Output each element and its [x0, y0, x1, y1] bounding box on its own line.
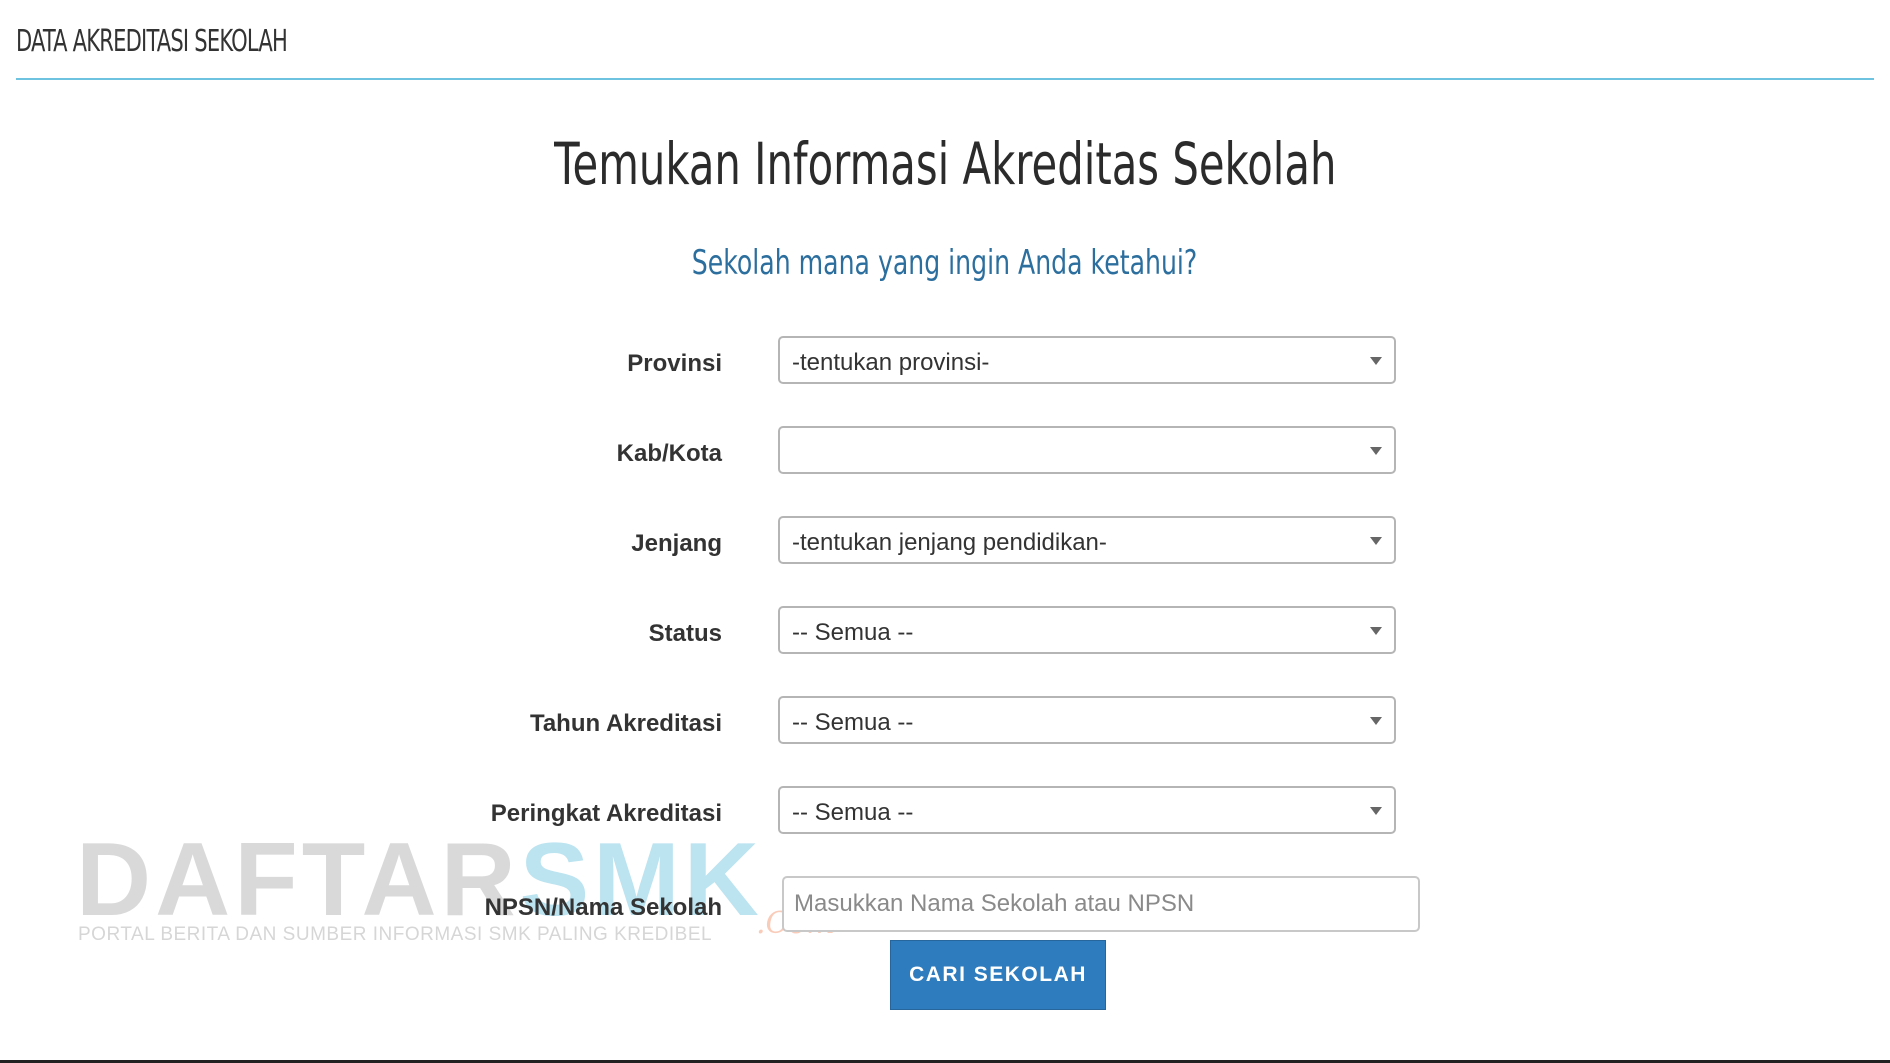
- page-subtitle: Sekolah mana yang ingin Anda ketahui?: [0, 243, 1890, 283]
- npsn-label: NPSN/Nama Sekolah: [484, 894, 722, 921]
- page-title-text: Temukan Informasi Akreditas Sekolah: [553, 130, 1337, 198]
- page-subtitle-text: Sekolah mana yang ingin Anda ketahui?: [692, 243, 1198, 283]
- provinsi-select[interactable]: -tentukan provinsi-: [778, 336, 1396, 384]
- kabkota-label: Kab/Kota: [616, 440, 722, 467]
- form-row-peringkat-akreditasi: Peringkat Akreditasi -- Semua --: [0, 786, 1890, 838]
- jenjang-label: Jenjang: [631, 530, 722, 557]
- peringkat-akreditasi-select[interactable]: -- Semua --: [778, 786, 1396, 834]
- form-row-kabkota: Kab/Kota: [0, 426, 1890, 478]
- caret-down-icon: [1370, 627, 1382, 635]
- kabkota-select[interactable]: [778, 426, 1396, 474]
- section-header: DATA AKREDITASI SEKOLAH: [16, 18, 1874, 80]
- tahun-akreditasi-label: Tahun Akreditasi: [529, 710, 722, 737]
- page-title: Temukan Informasi Akreditas Sekolah: [0, 130, 1890, 198]
- caret-down-icon: [1370, 717, 1382, 725]
- caret-down-icon: [1370, 447, 1382, 455]
- status-label: Status: [648, 620, 722, 647]
- form-row-jenjang: Jenjang -tentukan jenjang pendidikan-: [0, 516, 1890, 568]
- form-row-npsn: NPSN/Nama Sekolah: [0, 876, 1890, 936]
- jenjang-select[interactable]: -tentukan jenjang pendidikan-: [778, 516, 1396, 564]
- jenjang-select-value: -tentukan jenjang pendidikan-: [792, 529, 1107, 556]
- section-title: DATA AKREDITASI SEKOLAH: [16, 24, 288, 59]
- caret-down-icon: [1370, 807, 1382, 815]
- npsn-search-input[interactable]: [782, 876, 1420, 932]
- caret-down-icon: [1370, 357, 1382, 365]
- status-select[interactable]: -- Semua --: [778, 606, 1396, 654]
- status-select-value: -- Semua --: [792, 619, 914, 646]
- caret-down-icon: [1370, 537, 1382, 545]
- provinsi-label: Provinsi: [627, 350, 722, 377]
- form-row-tahun-akreditasi: Tahun Akreditasi -- Semua --: [0, 696, 1890, 748]
- peringkat-akreditasi-select-value: -- Semua --: [792, 799, 914, 826]
- form-row-provinsi: Provinsi -tentukan provinsi-: [0, 336, 1890, 388]
- search-school-button[interactable]: CARI SEKOLAH: [890, 940, 1106, 1010]
- form-row-status: Status -- Semua --: [0, 606, 1890, 658]
- tahun-akreditasi-select[interactable]: -- Semua --: [778, 696, 1396, 744]
- tahun-akreditasi-select-value: -- Semua --: [792, 709, 914, 736]
- peringkat-akreditasi-label: Peringkat Akreditasi: [490, 800, 722, 827]
- provinsi-select-value: -tentukan provinsi-: [792, 349, 990, 376]
